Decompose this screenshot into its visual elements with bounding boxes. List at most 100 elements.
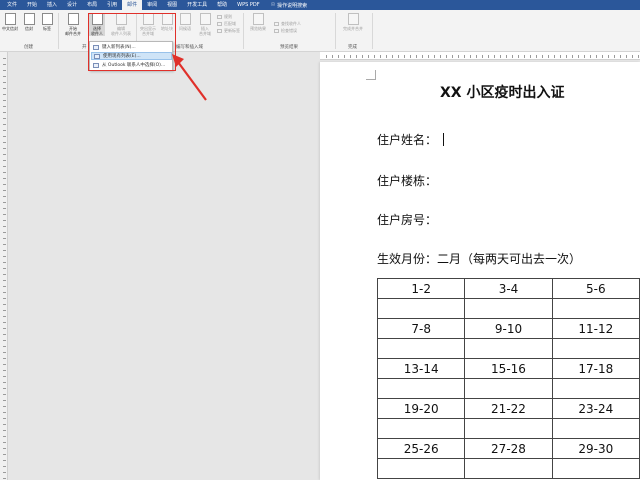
labels-button[interactable]: 标签 bbox=[41, 13, 53, 31]
table-cell[interactable]: 13-14 bbox=[376, 358, 466, 379]
select-recipients-menu: 键入新列表(N)... 使用现有列表(E)... 从 Outlook 联系人中选… bbox=[89, 41, 173, 71]
table-cell[interactable] bbox=[376, 298, 466, 319]
menu-item-type-new-list[interactable]: 键入新列表(N)... bbox=[91, 43, 172, 51]
table-cell[interactable] bbox=[464, 458, 553, 479]
ruler-tick bbox=[614, 55, 615, 58]
highlight-merge-fields-button[interactable]: 突出显示 合并域 bbox=[138, 13, 158, 36]
ruler-tick bbox=[422, 55, 423, 58]
tab-11[interactable]: WPS PDF bbox=[232, 0, 264, 10]
address-block-button[interactable]: 地址块 bbox=[159, 13, 175, 31]
ruler-tick bbox=[3, 58, 6, 59]
ruler-tick bbox=[3, 448, 6, 449]
table-cell[interactable]: 7-8 bbox=[376, 318, 466, 339]
ruler-tick bbox=[3, 322, 6, 323]
ruler-tick bbox=[3, 82, 6, 83]
table-cell[interactable] bbox=[464, 378, 553, 399]
tab-2[interactable]: 插入 bbox=[42, 0, 62, 10]
table-cell[interactable] bbox=[551, 338, 640, 359]
table-cell[interactable] bbox=[376, 378, 466, 399]
tab-3[interactable]: 设计 bbox=[62, 0, 82, 10]
table-cell[interactable] bbox=[551, 458, 640, 479]
table-cell[interactable]: 23-24 bbox=[551, 398, 640, 419]
table-row: 1-2 3-4 5-6 bbox=[376, 278, 640, 299]
tab-0[interactable]: 文件 bbox=[2, 0, 22, 10]
table-cell[interactable]: 25-26 bbox=[376, 438, 466, 459]
group-separator bbox=[243, 13, 244, 49]
tab-6[interactable]: 邮件 bbox=[122, 0, 143, 10]
table-cell[interactable]: 5-6 bbox=[551, 278, 640, 299]
group-separator bbox=[58, 13, 59, 49]
select-recipients-button[interactable]: 选择 收件人 bbox=[89, 13, 105, 36]
ruler-tick bbox=[3, 382, 6, 383]
ruler-tick bbox=[488, 55, 489, 58]
table-cell[interactable]: 19-20 bbox=[376, 398, 466, 419]
menu-item-outlook-contacts[interactable]: 从 Outlook 联系人中选择(O)... bbox=[91, 61, 172, 69]
tab-9[interactable]: 开发工具 bbox=[182, 0, 212, 10]
horizontal-ruler[interactable] bbox=[320, 52, 640, 60]
table-cell[interactable]: 3-4 bbox=[464, 278, 553, 299]
table-row: 25-26 27-28 29-30 bbox=[376, 438, 640, 459]
table-cell[interactable] bbox=[376, 338, 466, 359]
table-cell[interactable] bbox=[464, 338, 553, 359]
vertical-ruler[interactable] bbox=[0, 52, 8, 480]
greeting-icon bbox=[179, 13, 191, 25]
edit-recipient-list-button[interactable]: 编辑 收件人列表 bbox=[109, 13, 133, 36]
ruler-tick bbox=[608, 55, 609, 58]
table-cell[interactable] bbox=[464, 298, 553, 319]
table-cell[interactable] bbox=[551, 378, 640, 399]
table-cell[interactable] bbox=[464, 418, 553, 439]
ruler-tick bbox=[3, 376, 6, 377]
table-cell[interactable]: 15-16 bbox=[464, 358, 553, 379]
check-errors-button[interactable]: 检查错误 bbox=[274, 28, 297, 34]
table-cell[interactable]: 17-18 bbox=[551, 358, 640, 379]
ruler-tick bbox=[344, 55, 345, 58]
tell-me-search[interactable]: ☉ 操作说明搜索 bbox=[271, 2, 308, 9]
table-cell[interactable] bbox=[551, 418, 640, 439]
table-row bbox=[376, 298, 640, 319]
ruler-tick bbox=[3, 118, 6, 119]
table-cell[interactable]: 21-22 bbox=[464, 398, 553, 419]
table-cell[interactable]: 27-28 bbox=[464, 438, 553, 459]
preview-results-button[interactable]: 预览结果 bbox=[247, 13, 269, 31]
ruler-tick bbox=[554, 55, 555, 58]
finish-merge-button[interactable]: 完成并合并 bbox=[340, 13, 366, 31]
table-cell[interactable]: 29-30 bbox=[551, 438, 640, 459]
group-separator bbox=[335, 13, 336, 49]
tab-4[interactable]: 布局 bbox=[82, 0, 102, 10]
ruler-tick bbox=[434, 55, 435, 58]
ruler-tick bbox=[3, 334, 6, 335]
ruler-tick bbox=[326, 55, 327, 58]
chinese-envelope-button[interactable]: 中文信封 bbox=[2, 13, 18, 31]
ruler-tick bbox=[368, 55, 369, 58]
tab-8[interactable]: 视图 bbox=[162, 0, 182, 10]
tab-7[interactable]: 审阅 bbox=[142, 0, 162, 10]
table-cell[interactable] bbox=[376, 458, 466, 479]
tab-5[interactable]: 引用 bbox=[102, 0, 122, 10]
table-cell[interactable] bbox=[551, 298, 640, 319]
ruler-tick bbox=[3, 244, 6, 245]
table-cell[interactable]: 11-12 bbox=[551, 318, 640, 339]
tab-1[interactable]: 开始 bbox=[22, 0, 42, 10]
table-cell[interactable]: 1-2 bbox=[376, 278, 466, 299]
table-row bbox=[376, 338, 640, 359]
insert-merge-field-button[interactable]: 插入 合并域 bbox=[195, 13, 215, 36]
menu-item-use-existing-list[interactable]: 使用现有列表(E)... bbox=[91, 52, 172, 60]
group-label-preview: 预览结果 bbox=[280, 45, 298, 50]
ruler-tick bbox=[3, 406, 6, 407]
table-cell[interactable]: 9-10 bbox=[464, 318, 553, 339]
ruler-tick bbox=[3, 280, 6, 281]
table-cell[interactable] bbox=[376, 418, 466, 439]
match-fields-button[interactable]: 匹配域 bbox=[217, 21, 236, 27]
envelope-icon bbox=[4, 13, 16, 25]
ruler-tick bbox=[470, 55, 471, 58]
envelope-button[interactable]: 信封 bbox=[21, 13, 37, 31]
rules-button[interactable]: 规则 bbox=[217, 14, 232, 20]
ruler-tick bbox=[3, 478, 6, 479]
ruler-tick bbox=[3, 130, 6, 131]
find-recipient-button[interactable]: 查找收件人 bbox=[274, 21, 301, 27]
update-labels-button[interactable]: 更新标签 bbox=[217, 28, 240, 34]
greeting-line-button[interactable]: 问候语 bbox=[177, 13, 193, 31]
start-mail-merge-button[interactable]: 开始 邮件合并 bbox=[61, 13, 85, 36]
tab-10[interactable]: 帮助 bbox=[212, 0, 232, 10]
ruler-tick bbox=[3, 430, 6, 431]
